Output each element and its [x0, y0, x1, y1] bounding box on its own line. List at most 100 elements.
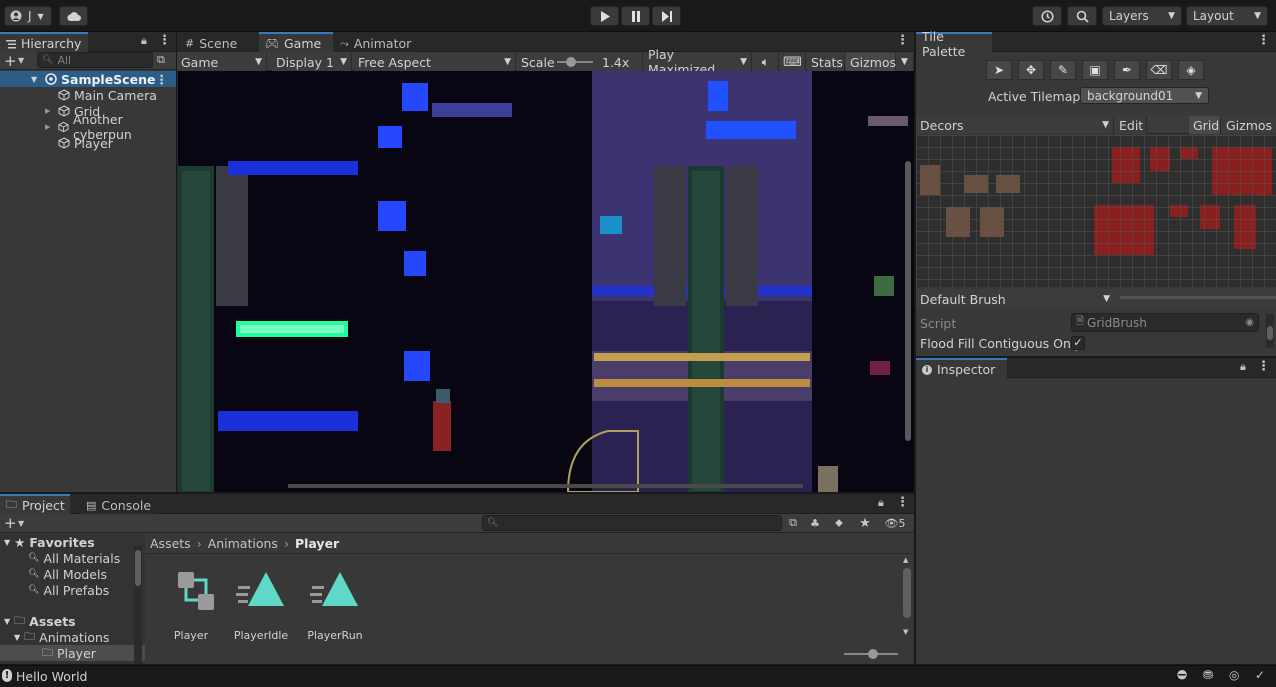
breadcrumb-item[interactable]: Player — [295, 536, 339, 551]
hierarchy-search-field[interactable]: 🔍︎ All — [37, 52, 153, 68]
filter-by-label-icon[interactable]: ⬥ — [830, 514, 848, 532]
box-fill-tool-button[interactable]: ▣ — [1082, 60, 1108, 80]
auto-generate-lighting-icon[interactable]: ◎ — [1229, 668, 1239, 682]
breadcrumb-item[interactable]: Assets — [150, 536, 191, 551]
brush-splitter[interactable] — [1120, 296, 1276, 299]
palette-dropdown[interactable]: Decors ▼ — [916, 116, 1114, 134]
mute-audio-button[interactable]: 🔈︎ — [753, 53, 779, 71]
brush-scrollbar[interactable] — [1266, 314, 1274, 348]
tab-hierarchy[interactable]: Hierarchy — [0, 32, 88, 53]
hidden-packages-toggle[interactable]: 👁︎ 5 — [880, 514, 910, 532]
favorite-item[interactable]: 🔍︎ All Materials — [0, 550, 145, 566]
player-folder-row[interactable]: 🗀 Player — [0, 645, 145, 661]
animations-folder-row[interactable]: ▼ 🗀 Animations — [0, 629, 145, 645]
lock-icon[interactable]: 🔒︎ — [141, 34, 147, 48]
favorite-item[interactable]: 🔍︎ All Prefabs — [0, 582, 145, 598]
brush-tool-button[interactable]: ✎ — [1050, 60, 1076, 80]
debug-mode-icon[interactable]: ⛔︎ — [1177, 668, 1187, 683]
assets-row[interactable]: ▼ 🗀 Assets — [0, 613, 145, 629]
asset-item[interactable]: Player — [156, 566, 226, 642]
palette-gizmos-button[interactable]: Gizmos — [1222, 116, 1276, 134]
more-options-icon[interactable]: ⋮ — [896, 34, 909, 50]
add-icon[interactable]: + — [4, 514, 17, 532]
more-options-icon[interactable]: ⋮ — [1257, 34, 1270, 50]
gizmos-button[interactable]: Gizmos — [846, 53, 896, 71]
favorites-row[interactable]: ▼ ★ Favorites — [0, 534, 145, 550]
cloud-button[interactable] — [59, 6, 88, 26]
history-button[interactable] — [1032, 6, 1062, 26]
more-options-icon[interactable]: ⋮ — [158, 34, 171, 50]
gizmos-dropdown[interactable]: ▼ — [896, 53, 914, 71]
add-icon[interactable]: + — [4, 52, 17, 70]
aspect-dropdown[interactable]: Free Aspect ▼ — [354, 53, 516, 71]
favorite-item[interactable]: 🔍︎ All Models — [0, 566, 145, 582]
layout-dropdown[interactable]: Layout ▼ — [1186, 6, 1268, 26]
expand-arrow-icon[interactable]: ▶ — [45, 107, 50, 115]
tree-scrollbar[interactable] — [134, 546, 142, 664]
move-tool-button[interactable]: ✥ — [1018, 60, 1044, 80]
more-options-icon[interactable]: ⋮ — [896, 496, 909, 512]
search-by-type-icon[interactable]: ⧉ — [784, 514, 802, 532]
script-field[interactable]: 🗎︎ GridBrush ◉ — [1071, 313, 1259, 332]
game-mode-dropdown[interactable]: Game ▼ — [177, 53, 267, 71]
palette-tile-grid[interactable] — [916, 135, 1276, 287]
file-scrollbar-thumb[interactable] — [903, 568, 911, 618]
expand-arrow-icon[interactable]: ▶ — [45, 123, 50, 131]
stats-button[interactable]: Stats — [807, 53, 845, 71]
scene-menu-icon[interactable]: ⋮ — [156, 72, 169, 87]
favorites-star-icon[interactable]: ★ — [856, 514, 874, 532]
brush-dropdown[interactable]: Default Brush ▼ — [916, 290, 1114, 308]
search-button[interactable] — [1067, 6, 1097, 26]
status-message[interactable]: Hello World — [16, 669, 87, 684]
active-tilemap-dropdown[interactable]: background01 ▼ — [1080, 87, 1209, 104]
project-search-field[interactable]: 🔍︎ — [482, 515, 782, 531]
keyboard-shortcuts-button[interactable]: ⌨ — [780, 53, 806, 71]
fill-tool-button[interactable]: ◈ — [1178, 60, 1204, 80]
scroll-down-icon[interactable]: ▼ — [903, 628, 908, 636]
asset-item[interactable]: PlayerIdle — [226, 566, 296, 642]
select-tool-button[interactable]: ➤ — [986, 60, 1012, 80]
game-viewport[interactable] — [178, 71, 914, 492]
tab-console[interactable]: ▤ Console — [80, 494, 158, 515]
pause-button[interactable] — [621, 6, 650, 26]
lock-icon[interactable]: 🔒︎ — [878, 496, 884, 510]
display-dropdown[interactable]: Display 1 ▼ — [272, 53, 352, 71]
picker-tool-button[interactable]: ✒ — [1114, 60, 1140, 80]
hierarchy-item[interactable]: Player — [0, 135, 176, 151]
tree-scrollbar-thumb[interactable] — [135, 550, 141, 586]
object-picker-icon[interactable]: ◉ — [1245, 317, 1254, 328]
viewport-scrollbar[interactable] — [905, 161, 911, 441]
play-button[interactable] — [590, 6, 619, 26]
breadcrumb-item[interactable]: Animations — [208, 536, 278, 551]
cache-server-icon[interactable]: ⛃ — [1203, 668, 1213, 682]
grid-toggle-button[interactable]: Grid — [1189, 116, 1221, 134]
tab-scene[interactable]: # Scene — [179, 32, 257, 53]
layers-dropdown[interactable]: Layers ▼ — [1102, 6, 1182, 26]
step-button[interactable] — [652, 6, 681, 26]
eraser-tool-button[interactable]: ⌫ — [1146, 60, 1172, 80]
play-mode-dropdown[interactable]: Play Maximized ▼ — [644, 47, 752, 77]
chevron-down-icon[interactable]: ▼ — [18, 519, 24, 528]
scroll-up-icon[interactable]: ▲ — [903, 556, 908, 564]
progress-check-icon[interactable]: ✓ — [1255, 668, 1265, 682]
tab-tile-palette[interactable]: Tile Palette — [916, 29, 992, 59]
scale-handle[interactable] — [566, 57, 576, 67]
tab-inspector[interactable]: i Inspector — [916, 358, 1007, 379]
hierarchy-item[interactable]: Main Camera — [0, 87, 176, 103]
tab-project[interactable]: 🗀 Project — [0, 494, 70, 515]
scene-row[interactable]: ▼ SampleScene ⋮ — [0, 71, 176, 87]
chevron-down-icon[interactable]: ▼ — [18, 56, 24, 65]
lock-icon[interactable]: 🔒︎ — [1240, 360, 1246, 374]
more-options-icon[interactable]: ⋮ — [1257, 360, 1270, 376]
brush-scrollbar-thumb[interactable] — [1267, 326, 1273, 340]
hierarchy-item[interactable]: ▶ Another cyberpun — [0, 112, 176, 142]
file-scrollbar[interactable]: ▲ ▼ — [902, 556, 912, 636]
tab-game[interactable]: 🎮︎ Game — [259, 32, 333, 53]
edit-palette-button[interactable]: Edit — [1115, 116, 1147, 134]
icon-size-slider[interactable] — [844, 649, 898, 659]
icon-size-handle[interactable] — [868, 649, 878, 659]
asset-item[interactable]: PlayerRun — [300, 566, 370, 642]
tab-animator[interactable]: ⤳ Animator — [334, 32, 414, 53]
account-dropdown[interactable]: J ▼ — [4, 6, 52, 26]
flood-fill-checkbox[interactable]: ✓ — [1071, 336, 1085, 350]
